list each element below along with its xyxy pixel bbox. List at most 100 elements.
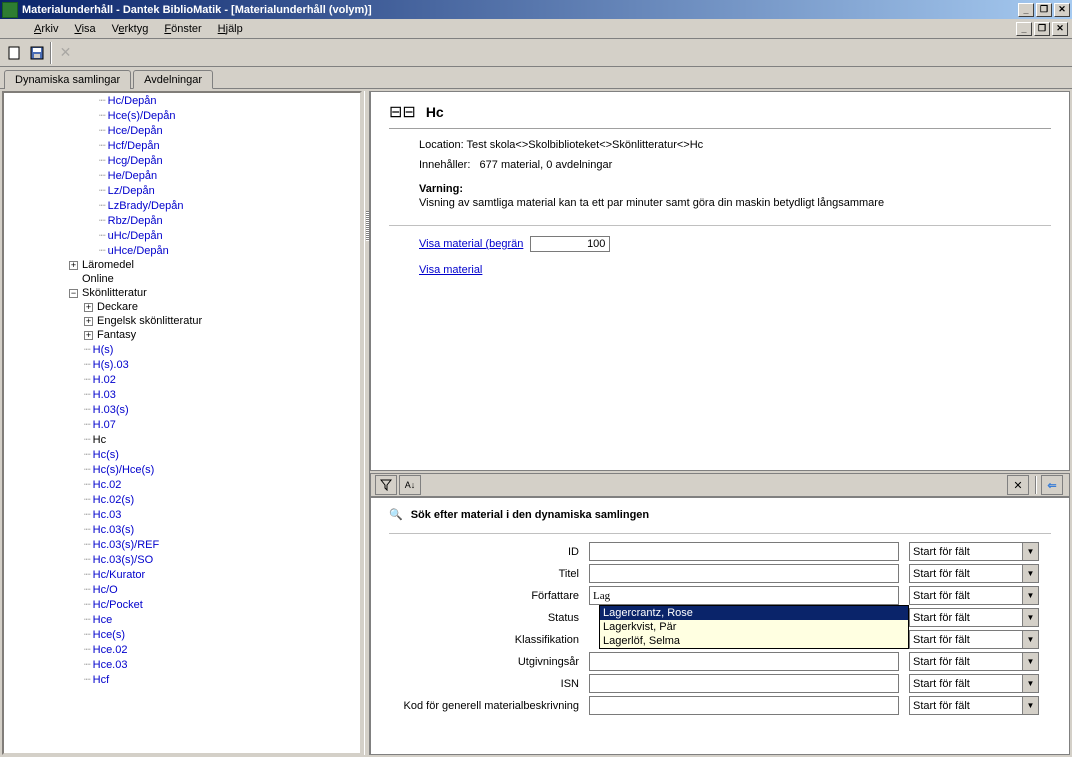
chevron-down-icon[interactable]: ▼: [1022, 543, 1038, 560]
menu-arkiv[interactable]: Arkiv: [26, 21, 66, 37]
combo-status[interactable]: Start för fält▼: [909, 608, 1039, 627]
tree-node[interactable]: Fantasy: [97, 329, 136, 341]
mdi-close[interactable]: ✕: [1052, 22, 1068, 36]
tree-link[interactable]: Hc.03(s): [93, 524, 135, 536]
tree-link[interactable]: Hc.02(s): [93, 494, 135, 506]
input-kod[interactable]: [589, 696, 899, 715]
tree-link[interactable]: Hc(s): [93, 449, 119, 461]
combo-titel[interactable]: Start för fält▼: [909, 564, 1039, 583]
input-isn[interactable]: [589, 674, 899, 693]
label-forfattare: Författare: [389, 590, 589, 602]
tree-node[interactable]: Deckare: [97, 301, 138, 313]
combo-id[interactable]: Start för fält▼: [909, 542, 1039, 561]
tree-link[interactable]: H(s).03: [93, 359, 129, 371]
tree-node-online[interactable]: Online: [82, 273, 114, 285]
combo-forfattare[interactable]: Start för fält▼: [909, 586, 1039, 605]
tree-link[interactable]: Hcf: [93, 674, 110, 686]
tree-link[interactable]: H.02: [93, 374, 116, 386]
tree-link[interactable]: Hc.03(s)/REF: [93, 539, 160, 551]
combo-klass[interactable]: Start för fält▼: [909, 630, 1039, 649]
chevron-down-icon[interactable]: ▼: [1022, 675, 1038, 692]
combo-ar[interactable]: Start för fält▼: [909, 652, 1039, 671]
expand-icon[interactable]: +: [84, 317, 93, 326]
sort-button[interactable]: A↓: [399, 475, 421, 495]
tree-link[interactable]: H(s): [93, 344, 114, 356]
tree-link[interactable]: Hc(s)/Hce(s): [93, 464, 155, 476]
tree-link[interactable]: Hcf/Depån: [108, 140, 160, 152]
tree-link[interactable]: H.07: [93, 419, 116, 431]
chevron-down-icon[interactable]: ▼: [1022, 565, 1038, 582]
tree-node-laromedel[interactable]: Läromedel: [82, 259, 134, 271]
chevron-down-icon[interactable]: ▼: [1022, 587, 1038, 604]
location-value: Test skola<>Skolbiblioteket<>Skönlittera…: [467, 139, 704, 151]
tree-link[interactable]: Hc.02: [93, 479, 122, 491]
toolbar-save[interactable]: [25, 42, 48, 64]
link-visa-material[interactable]: Visa material: [419, 264, 482, 276]
tree-link[interactable]: LzBrady/Depån: [108, 200, 184, 212]
tree-link[interactable]: Hce.02: [93, 644, 128, 656]
tree-link[interactable]: Hce(s): [93, 629, 125, 641]
input-forfattare[interactable]: [589, 586, 899, 605]
tree-link[interactable]: Hc.03(s)/SO: [93, 554, 154, 566]
tree-link[interactable]: H.03(s): [93, 404, 129, 416]
autocomplete-item[interactable]: Lagerlöf, Selma: [600, 634, 908, 648]
expand-icon[interactable]: +: [84, 303, 93, 312]
tree-link[interactable]: uHc/Depån: [108, 230, 163, 242]
limit-input[interactable]: 100: [530, 236, 610, 252]
mdi-minimize[interactable]: _: [1016, 22, 1032, 36]
menu-hjalp[interactable]: Hjälp: [210, 21, 251, 37]
tree-link[interactable]: Hcg/Depån: [108, 155, 163, 167]
tree-link[interactable]: Hc/Pocket: [93, 599, 143, 611]
tree-link[interactable]: Hc.03: [93, 509, 122, 521]
tree-link[interactable]: Hce: [93, 614, 113, 626]
back-button[interactable]: ⇐: [1041, 475, 1063, 495]
mdi-restore[interactable]: ❐: [1034, 22, 1050, 36]
tree-link[interactable]: Hce/Depån: [108, 125, 163, 137]
tree-node[interactable]: Engelsk skönlitteratur: [97, 315, 202, 327]
tab-dynamiska[interactable]: Dynamiska samlingar: [4, 70, 131, 89]
tree-link-selected[interactable]: Hc: [93, 434, 106, 446]
menu-verktyg[interactable]: Verktyg: [104, 21, 157, 37]
tree-link[interactable]: Hce.03: [93, 659, 128, 671]
window-title: Materialunderhåll - Dantek BiblioMatik -…: [22, 4, 372, 16]
app-icon: [2, 2, 18, 18]
minimize-button[interactable]: _: [1018, 3, 1034, 17]
hierarchy-icon: ⊟⊟: [389, 102, 416, 122]
autocomplete-item[interactable]: Lagercrantz, Rose: [600, 606, 908, 620]
menu-visa[interactable]: Visa: [66, 21, 103, 37]
tab-avdelningar[interactable]: Avdelningar: [133, 70, 213, 89]
tree-link[interactable]: Rbz/Depån: [108, 215, 163, 227]
tree-link[interactable]: uHce/Depån: [108, 245, 169, 257]
tree-link[interactable]: Lz/Depån: [108, 185, 155, 197]
tree-node-skonlitteratur[interactable]: Skönlitteratur: [82, 287, 147, 299]
tree-link[interactable]: Hce(s)/Depån: [108, 110, 176, 122]
tree-link[interactable]: He/Depån: [108, 170, 158, 182]
close-button[interactable]: ✕: [1054, 3, 1070, 17]
expand-icon[interactable]: +: [84, 331, 93, 340]
chevron-down-icon[interactable]: ▼: [1022, 697, 1038, 714]
combo-kod[interactable]: Start för fält▼: [909, 696, 1039, 715]
label-isn: ISN: [389, 678, 589, 690]
chevron-down-icon[interactable]: ▼: [1022, 609, 1038, 626]
menu-fonster[interactable]: Fönster: [156, 21, 209, 37]
link-visa-material-limited[interactable]: Visa material (begrän: [419, 238, 523, 250]
filter-button[interactable]: [375, 475, 397, 495]
input-id[interactable]: [589, 542, 899, 561]
tree-panel[interactable]: ┈Hc/Depån┈Hce(s)/Depån┈Hce/Depån┈Hcf/Dep…: [2, 91, 362, 755]
input-utgivningsar[interactable]: [589, 652, 899, 671]
maximize-button[interactable]: ❐: [1036, 3, 1052, 17]
toolbar-new[interactable]: [2, 42, 25, 64]
tree-link[interactable]: Hc/Depån: [108, 95, 157, 107]
expand-icon[interactable]: +: [69, 261, 78, 270]
chevron-down-icon[interactable]: ▼: [1022, 631, 1038, 648]
chevron-down-icon[interactable]: ▼: [1022, 653, 1038, 670]
collapse-icon[interactable]: −: [69, 289, 78, 298]
combo-isn[interactable]: Start för fält▼: [909, 674, 1039, 693]
contains-label: Innehåller:: [419, 159, 470, 171]
clear-button[interactable]: ✕: [1007, 475, 1029, 495]
tree-link[interactable]: H.03: [93, 389, 116, 401]
autocomplete-item[interactable]: Lagerkvist, Pär: [600, 620, 908, 634]
tree-link[interactable]: Hc/O: [93, 584, 118, 596]
tree-link[interactable]: Hc/Kurator: [93, 569, 146, 581]
input-titel[interactable]: [589, 564, 899, 583]
